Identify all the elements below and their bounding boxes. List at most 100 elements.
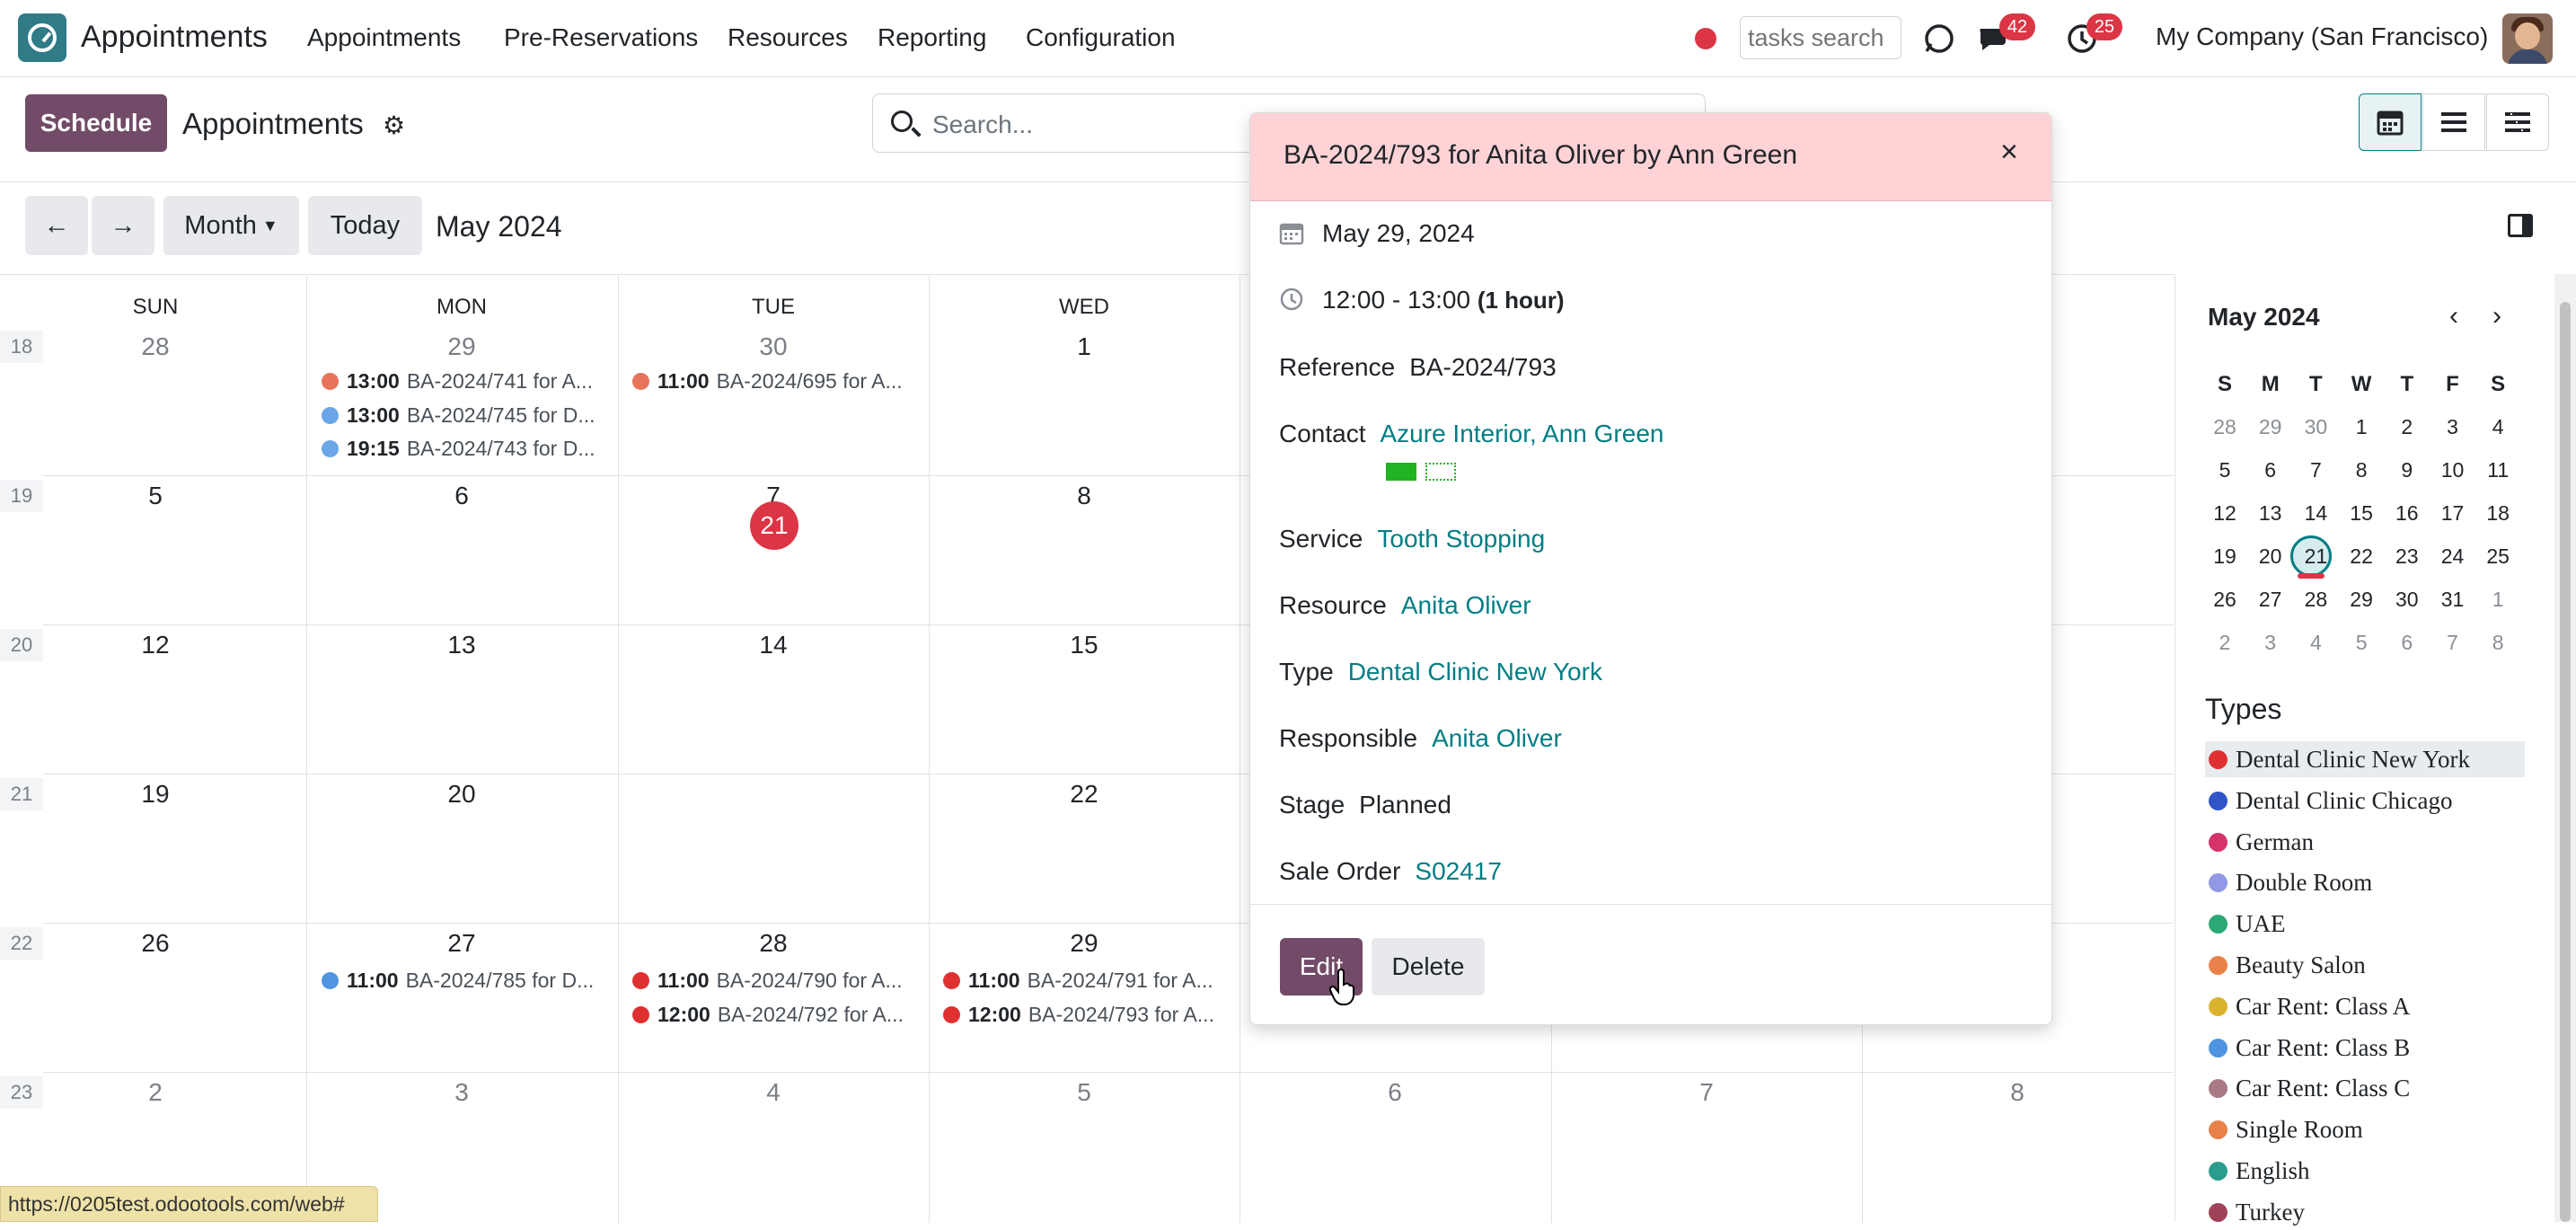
menu-pre-reservations[interactable]: Pre-Reservations: [504, 23, 698, 52]
day-cell-number[interactable]: 28: [618, 929, 929, 958]
calendar-event[interactable]: 12:00 BA-2024/792 for A...: [632, 999, 920, 1030]
scrollbar-thumb[interactable]: [2560, 302, 2571, 1222]
voip-phone-icon[interactable]: [1922, 22, 1956, 56]
type-filter-item[interactable]: Single Room: [2205, 1111, 2525, 1147]
calendar-event[interactable]: 13:00 BA-2024/745 for D...: [322, 400, 609, 430]
mini-day[interactable]: 16: [2385, 501, 2430, 526]
calendar-event[interactable]: 13:00 BA-2024/741 for A...: [322, 366, 609, 396]
mini-day[interactable]: 27: [2248, 588, 2293, 612]
appointments-app-icon[interactable]: [18, 13, 66, 62]
service-link[interactable]: Tooth Stopping: [1377, 525, 1545, 553]
mini-day[interactable]: 5: [2339, 631, 2384, 655]
menu-appointments[interactable]: Appointments: [307, 23, 461, 52]
type-link[interactable]: Dental Clinic New York: [1348, 658, 1602, 686]
type-filter-item[interactable]: Car Rent: Class B: [2205, 1030, 2525, 1066]
mini-day[interactable]: 4: [2293, 631, 2338, 655]
type-filter-item[interactable]: Dental Clinic Chicago: [2205, 783, 2525, 819]
delete-button[interactable]: Delete: [1372, 938, 1485, 996]
mini-day[interactable]: 20: [2248, 544, 2293, 569]
menu-reporting[interactable]: Reporting: [878, 23, 986, 52]
day-cell-number[interactable]: 13: [306, 631, 617, 659]
calendar-event[interactable]: 11:00 BA-2024/785 for D...: [322, 965, 609, 996]
mini-day[interactable]: 28: [2202, 415, 2247, 439]
mini-day[interactable]: 15: [2339, 501, 2384, 526]
day-cell-number[interactable]: 30: [618, 332, 929, 361]
calendar-event[interactable]: 11:00 BA-2024/791 for A...: [943, 965, 1231, 996]
mini-day[interactable]: 29: [2339, 588, 2384, 612]
type-filter-item[interactable]: Car Rent: Class C: [2205, 1070, 2525, 1106]
mini-day[interactable]: 2: [2385, 415, 2430, 439]
calendar-view-button[interactable]: [2359, 93, 2422, 151]
gear-icon[interactable]: ⚙: [383, 111, 405, 140]
day-cell-number[interactable]: 20: [306, 780, 617, 809]
scale-dropdown[interactable]: Month ▼: [163, 196, 299, 255]
day-cell-number[interactable]: 4: [618, 1078, 929, 1107]
mini-day[interactable]: 13: [2248, 501, 2293, 526]
mini-day[interactable]: 29: [2248, 415, 2293, 439]
day-cell-number[interactable]: 15: [929, 631, 1239, 659]
mini-day[interactable]: 5: [2202, 458, 2247, 482]
calendar-event[interactable]: 12:00 BA-2024/793 for A...: [943, 999, 1231, 1030]
sidebar-toggle-icon[interactable]: [2508, 214, 2533, 237]
day-cell-number[interactable]: 8: [1862, 1078, 2173, 1107]
mini-day[interactable]: 25: [2475, 544, 2520, 569]
mini-day[interactable]: 8: [2339, 458, 2384, 482]
type-filter-item[interactable]: Car Rent: Class A: [2205, 988, 2525, 1024]
type-filter-item[interactable]: German: [2205, 824, 2525, 860]
mini-day[interactable]: 9: [2385, 458, 2430, 482]
mini-day[interactable]: 19: [2202, 544, 2247, 569]
close-icon[interactable]: ×: [2000, 135, 2018, 170]
day-cell-number[interactable]: 12: [0, 631, 311, 659]
day-cell-number[interactable]: 7: [1551, 1078, 1862, 1107]
mini-day[interactable]: 3: [2430, 415, 2475, 439]
mini-day[interactable]: 8: [2475, 631, 2520, 655]
day-cell-number[interactable]: 3: [306, 1078, 617, 1107]
day-cell-number[interactable]: 26: [0, 929, 311, 958]
app-name[interactable]: Appointments: [81, 20, 268, 55]
mini-day[interactable]: 23: [2385, 544, 2430, 569]
type-filter-item[interactable]: Turkey: [2205, 1194, 2525, 1230]
day-cell-number[interactable]: 2: [0, 1078, 311, 1107]
schedule-button[interactable]: Schedule: [25, 94, 167, 152]
mini-day[interactable]: 21: [2293, 544, 2338, 569]
mini-day[interactable]: 1: [2475, 588, 2520, 612]
list-view-button[interactable]: [2422, 93, 2485, 151]
day-cell-number[interactable]: 29: [306, 332, 617, 361]
mini-day[interactable]: 12: [2202, 501, 2247, 526]
mini-day[interactable]: 1: [2339, 415, 2384, 439]
day-cell-number[interactable]: 27: [306, 929, 617, 958]
mini-day[interactable]: 18: [2475, 501, 2520, 526]
day-cell-number[interactable]: 22: [929, 780, 1239, 809]
day-cell-number[interactable]: 5: [0, 482, 311, 510]
mini-day[interactable]: 2: [2202, 631, 2247, 655]
day-cell-number[interactable]: 28: [0, 332, 311, 361]
day-cell-number[interactable]: 29: [929, 929, 1239, 958]
mini-day[interactable]: 14: [2293, 501, 2338, 526]
responsible-link[interactable]: Anita Oliver: [1432, 724, 1562, 752]
mini-day[interactable]: 11: [2475, 458, 2520, 482]
mini-prev-month-icon[interactable]: ‹: [2449, 301, 2458, 332]
day-cell-number[interactable]: 19: [0, 780, 311, 809]
mini-day[interactable]: 17: [2430, 501, 2475, 526]
previous-period-button[interactable]: ←: [25, 196, 88, 255]
mini-day[interactable]: 24: [2430, 544, 2475, 569]
company-switcher[interactable]: My Company (San Francisco): [2156, 22, 2488, 51]
mini-day[interactable]: 6: [2385, 631, 2430, 655]
sale-order-link[interactable]: S02417: [1415, 857, 1502, 885]
menu-resources[interactable]: Resources: [728, 23, 848, 52]
day-cell-number[interactable]: 5: [929, 1078, 1239, 1107]
mini-day[interactable]: 30: [2385, 588, 2430, 612]
type-filter-item[interactable]: Beauty Salon: [2205, 947, 2525, 983]
calendar-event[interactable]: 19:15 BA-2024/743 for D...: [322, 433, 609, 464]
mini-day[interactable]: 10: [2430, 458, 2475, 482]
mini-day[interactable]: 22: [2339, 544, 2384, 569]
today-date-highlight[interactable]: 21: [750, 501, 798, 550]
mini-day[interactable]: 7: [2430, 631, 2475, 655]
mini-day[interactable]: 31: [2430, 588, 2475, 612]
tasks-search-input[interactable]: [1740, 16, 1901, 59]
mini-day[interactable]: 28: [2293, 588, 2338, 612]
type-filter-item[interactable]: Double Room: [2205, 864, 2525, 900]
gantt-view-button[interactable]: [2486, 93, 2549, 151]
mini-day[interactable]: 7: [2293, 458, 2338, 482]
calendar-event[interactable]: 11:00 BA-2024/790 for A...: [632, 965, 920, 996]
